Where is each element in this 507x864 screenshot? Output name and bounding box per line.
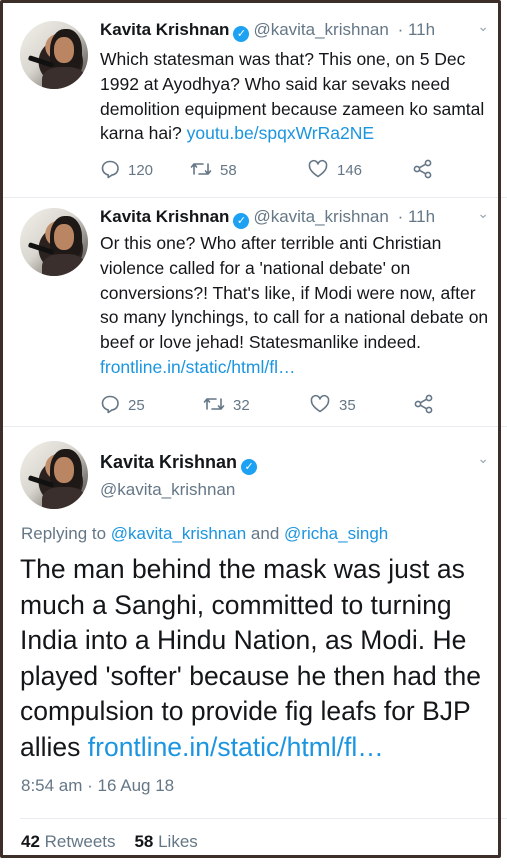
reply-button[interactable]: 25	[100, 394, 145, 414]
author-handle[interactable]: @kavita_krishnan	[253, 207, 388, 226]
retweet-button[interactable]: 32	[203, 394, 250, 414]
chevron-down-icon[interactable]: ⌄	[477, 450, 489, 467]
reply-button[interactable]: 120	[100, 159, 153, 179]
tweet-text: Or this one? Who after terrible anti Chr…	[100, 233, 489, 377]
chevron-down-icon[interactable]: ⌄	[477, 205, 489, 222]
tweet-link[interactable]: youtu.be/spqxWrRa2NE	[187, 123, 374, 143]
share-icon	[414, 394, 433, 414]
retweet-button[interactable]: 58	[190, 159, 237, 179]
tweet-header: Kavita Krishnan ✓ @kavita_krishnan · 11h	[100, 20, 435, 42]
verified-badge-icon: ✓	[233, 213, 250, 229]
tweet-timestamp[interactable]: 8:54 am · 16 Aug 18	[21, 776, 174, 796]
author-handle[interactable]: @kavita_krishnan	[253, 20, 388, 39]
stats-divider	[20, 818, 507, 819]
main-tweet-text: The man behind the mask was just as much…	[20, 554, 481, 762]
tweet-1[interactable]: Kavita Krishnan ✓ @kavita_krishnan · 11h ⌄…	[0, 0, 507, 197]
share-button[interactable]	[412, 159, 442, 179]
avatar[interactable]	[20, 21, 88, 89]
share-button[interactable]	[413, 394, 443, 414]
heart-icon	[308, 159, 328, 178]
avatar[interactable]	[20, 208, 88, 276]
share-icon	[413, 159, 432, 179]
like-button[interactable]: 35	[309, 394, 356, 414]
tweet-time[interactable]: · 11h	[398, 20, 436, 39]
author-name[interactable]: Kavita Krishnan ✓	[100, 452, 258, 475]
avatar[interactable]	[20, 441, 88, 509]
tweet-link[interactable]: frontline.in/static/html/fl…	[88, 732, 384, 762]
verified-badge-icon: ✓	[241, 459, 258, 475]
tweet-header: Kavita Krishnan ✓ @kavita_krishnan · 11h	[100, 207, 435, 229]
tweet-link[interactable]: frontline.in/static/html/fl…	[100, 357, 295, 377]
reply-icon	[101, 395, 119, 414]
tweet-text: Which statesman was that? This one, on 5…	[100, 49, 485, 144]
verified-badge-icon: ✓	[233, 26, 250, 42]
reply-icon	[101, 160, 119, 179]
reply-count: 120	[128, 162, 154, 179]
like-button[interactable]: 146	[307, 159, 362, 179]
reply-mention-2[interactable]: @richa_singh	[284, 524, 388, 543]
heart-icon	[310, 394, 330, 413]
retweet-count: 58	[220, 162, 237, 179]
retweet-icon	[203, 398, 225, 410]
retweet-count: 32	[233, 397, 250, 414]
tweet-time[interactable]: · 11h	[398, 207, 436, 226]
retweet-icon	[190, 163, 212, 175]
likes-stat[interactable]: 58 Likes	[134, 832, 197, 851]
author-handle[interactable]: @kavita_krishnan	[100, 480, 235, 500]
reply-mention-1[interactable]: @kavita_krishnan	[111, 524, 246, 543]
tweet-2[interactable]: Kavita Krishnan ✓ @kavita_krishnan · 11h ⌄…	[0, 198, 507, 426]
engagement-stats: 42 Retweets 58 Likes	[21, 832, 198, 852]
chevron-down-icon[interactable]: ⌄	[477, 18, 489, 35]
retweets-stat[interactable]: 42 Retweets	[21, 832, 116, 851]
author-name[interactable]: Kavita Krishnan	[100, 20, 229, 39]
replying-to: Replying to @kavita_krishnan and @richa_…	[21, 524, 389, 543]
reply-count: 25	[128, 397, 145, 414]
like-count: 35	[339, 397, 356, 414]
author-name[interactable]: Kavita Krishnan	[100, 207, 229, 226]
like-count: 146	[337, 162, 363, 179]
tweet-divider	[0, 426, 507, 427]
